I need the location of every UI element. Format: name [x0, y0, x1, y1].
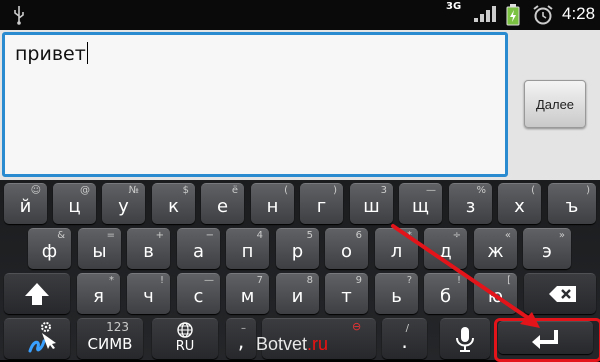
enter-key-highlight — [494, 318, 600, 362]
annotation-arrow — [391, 224, 540, 328]
